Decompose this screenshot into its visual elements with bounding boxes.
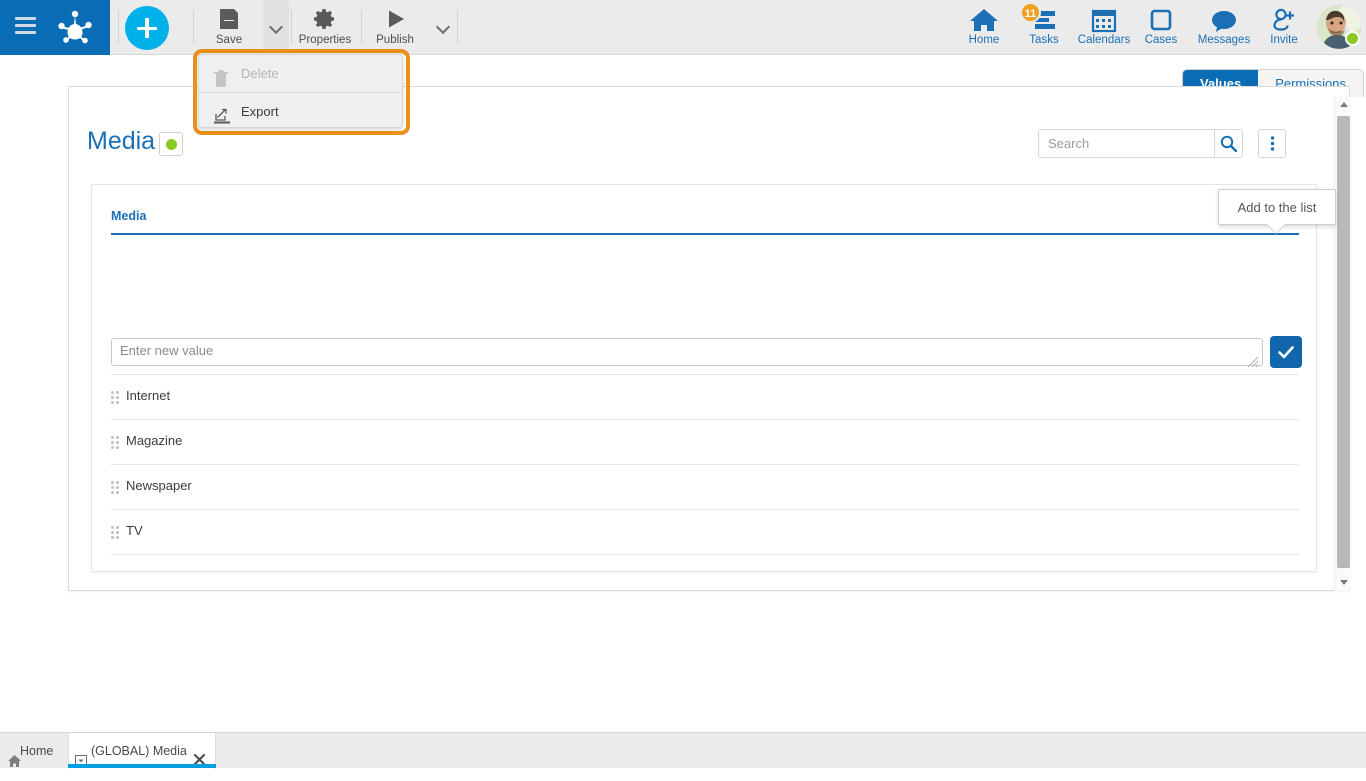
taskbar-media-label: (GLOBAL) Media bbox=[91, 744, 187, 758]
toolbar-divider bbox=[361, 10, 362, 44]
add-to-list-tooltip: Add to the list bbox=[1218, 189, 1336, 225]
online-status-dot bbox=[1345, 31, 1360, 46]
publish-label: Publish bbox=[366, 34, 424, 47]
field-underline bbox=[111, 233, 1299, 235]
menu-item-delete: Delete bbox=[199, 55, 402, 92]
menu-item-export[interactable]: Export bbox=[199, 92, 402, 129]
publish-dropdown-caret[interactable] bbox=[430, 0, 456, 55]
floppy-disk-icon bbox=[200, 5, 258, 33]
house-icon bbox=[8, 745, 21, 781]
drag-handle-icon[interactable] bbox=[111, 436, 120, 449]
application-toolbar: Save Properties Publish Home bbox=[0, 0, 1366, 55]
toolbar-divider bbox=[457, 10, 458, 44]
nav-messages-button[interactable]: Messages bbox=[1188, 0, 1260, 55]
save-dropdown-menu[interactable]: Delete Export bbox=[198, 54, 403, 128]
search-input[interactable] bbox=[1038, 129, 1214, 158]
nav-invite-label: Invite bbox=[1258, 34, 1310, 47]
trash-icon bbox=[213, 64, 231, 82]
frog-footprint-logo-icon[interactable] bbox=[56, 10, 94, 46]
list-item-label: TV bbox=[126, 523, 143, 538]
values-card: Media Internet bbox=[91, 184, 1317, 572]
add-new-button[interactable] bbox=[125, 6, 169, 50]
list-item-label: Internet bbox=[126, 388, 170, 403]
person-plus-icon bbox=[1258, 5, 1310, 32]
status-badge bbox=[159, 132, 183, 156]
house-icon bbox=[954, 5, 1014, 32]
nav-home-label: Home bbox=[954, 34, 1014, 47]
list-item-label: Magazine bbox=[126, 433, 182, 448]
taskbar-home-tab[interactable]: Home bbox=[0, 733, 68, 769]
scrollbar-thumb[interactable] bbox=[1337, 116, 1350, 568]
nav-calendars-label: Calendars bbox=[1073, 34, 1135, 47]
play-triangle-icon bbox=[366, 5, 424, 33]
new-value-input[interactable] bbox=[111, 338, 1263, 366]
save-button[interactable]: Save bbox=[200, 0, 258, 55]
scroll-up-arrow-icon[interactable] bbox=[1335, 96, 1352, 113]
add-to-list-button[interactable] bbox=[1270, 336, 1302, 368]
list-item[interactable]: Magazine bbox=[111, 420, 1299, 465]
export-icon bbox=[213, 102, 231, 120]
list-item[interactable]: Newspaper bbox=[111, 465, 1299, 510]
nav-cases-button[interactable]: Cases bbox=[1136, 0, 1186, 55]
properties-label: Properties bbox=[293, 34, 357, 47]
checkmark-icon bbox=[1277, 343, 1295, 361]
menu-item-export-label: Export bbox=[241, 104, 279, 119]
gear-icon bbox=[293, 5, 357, 33]
search-box bbox=[1038, 129, 1243, 158]
close-x-icon[interactable] bbox=[193, 744, 206, 757]
menu-item-delete-label: Delete bbox=[241, 66, 279, 81]
nav-home-button[interactable]: Home bbox=[954, 0, 1014, 55]
active-tab-indicator bbox=[68, 764, 216, 768]
taskbar-home-label: Home bbox=[20, 744, 53, 758]
brand-zone bbox=[0, 0, 110, 55]
toolbar-divider bbox=[193, 10, 194, 44]
list-item[interactable]: Internet bbox=[111, 375, 1299, 420]
drag-handle-icon[interactable] bbox=[111, 526, 120, 539]
list-item[interactable]: TV bbox=[111, 510, 1299, 555]
dropdown-box-icon bbox=[75, 745, 87, 781]
content-panel: Media Media bbox=[68, 86, 1350, 591]
nav-invite-button[interactable]: Invite bbox=[1258, 0, 1310, 55]
drag-handle-icon[interactable] bbox=[111, 391, 120, 404]
scroll-down-arrow-icon[interactable] bbox=[1335, 574, 1352, 591]
search-button[interactable] bbox=[1214, 129, 1243, 158]
save-label: Save bbox=[200, 34, 258, 47]
toolbar-divider bbox=[118, 10, 119, 44]
vertical-scrollbar[interactable] bbox=[1334, 96, 1351, 591]
drag-handle-icon[interactable] bbox=[111, 481, 120, 494]
magnifier-icon bbox=[1220, 135, 1237, 152]
tasks-count-badge: 11 bbox=[1020, 2, 1041, 23]
calendar-icon bbox=[1073, 5, 1135, 32]
speech-bubble-icon bbox=[1188, 5, 1260, 32]
hamburger-menu-icon[interactable] bbox=[15, 17, 36, 34]
list-item-label: Newspaper bbox=[126, 478, 192, 493]
nav-tasks-label: Tasks bbox=[1014, 34, 1074, 47]
save-dropdown-caret[interactable] bbox=[263, 0, 289, 55]
square-outline-icon bbox=[1136, 5, 1186, 32]
publish-button[interactable]: Publish bbox=[366, 0, 424, 55]
more-options-button[interactable] bbox=[1258, 129, 1286, 158]
bottom-taskbar: Home (GLOBAL) Media bbox=[0, 732, 1366, 768]
field-label: Media bbox=[111, 209, 146, 223]
nav-tasks-button[interactable]: 11 Tasks bbox=[1014, 0, 1074, 55]
kebab-menu-icon bbox=[1270, 135, 1275, 152]
nav-calendars-button[interactable]: Calendars bbox=[1073, 0, 1135, 55]
nav-messages-label: Messages bbox=[1188, 34, 1260, 47]
toolbar-divider bbox=[291, 10, 292, 44]
properties-button[interactable]: Properties bbox=[293, 0, 357, 55]
nav-cases-label: Cases bbox=[1136, 34, 1186, 47]
page-title: Media bbox=[87, 127, 155, 156]
